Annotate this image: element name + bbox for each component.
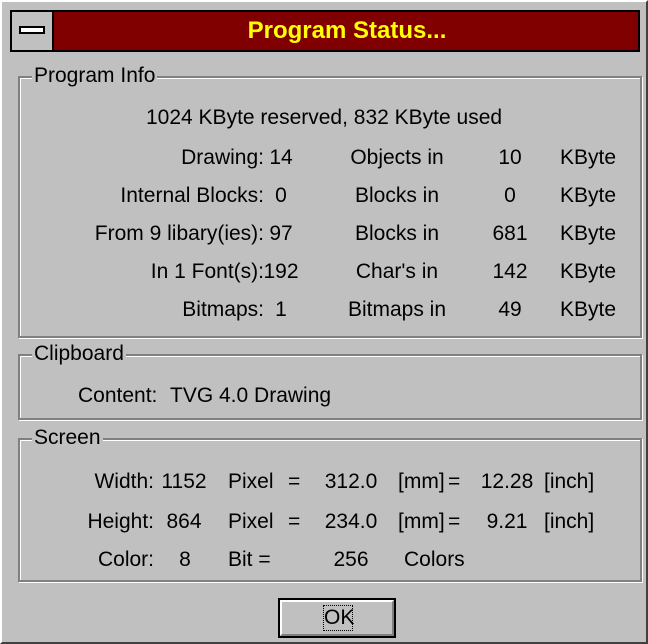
drawing-unit: Objects in	[350, 146, 444, 169]
ok-button[interactable]: OK	[278, 598, 396, 638]
system-menu-button[interactable]	[12, 12, 54, 50]
screen-height-pixel-unit: Pixel	[228, 510, 274, 533]
screen-color-unit: Colors	[404, 548, 465, 571]
bitmaps-size-unit: KByte	[560, 298, 617, 321]
bitmaps-label: Bitmaps:	[182, 298, 264, 321]
internal-blocks-unit: Blocks in	[354, 184, 440, 207]
fonts-size: 142	[492, 260, 528, 283]
clipboard-group: Clipboard Content: TVG 4.0 Drawing	[18, 342, 642, 420]
drawing-count: 14	[269, 146, 293, 169]
bitmaps-count: 1	[275, 298, 287, 321]
fonts-unit: Char's in	[355, 260, 439, 283]
screen-width-mm-unit: [mm]	[398, 470, 445, 493]
screen-legend: Screen	[32, 426, 103, 450]
screen-width-label: Width:	[94, 470, 154, 493]
screen-color-bits: 8	[179, 548, 191, 571]
fonts-label: In 1 Font(s):	[150, 260, 264, 283]
screen-width-eq1: =	[288, 470, 301, 493]
libraries-unit: Blocks in	[354, 222, 440, 245]
program-status-dialog: Program Status... Program Info 1024 KByt…	[0, 0, 648, 644]
screen-width-inch: 12.28	[480, 470, 534, 493]
fonts-count: 192	[263, 260, 299, 283]
screen-width-eq2: =	[448, 470, 461, 493]
clipboard-content-label: Content:	[78, 384, 158, 407]
bitmaps-unit: Bitmaps in	[347, 298, 447, 321]
screen-width-inch-unit: [inch]	[544, 470, 595, 493]
drawing-size: 10	[498, 146, 522, 169]
screen-color-count: 256	[333, 548, 369, 571]
internal-blocks-size-unit: KByte	[560, 184, 617, 207]
drawing-label: Drawing:	[181, 146, 264, 169]
title-bar[interactable]: Program Status...	[10, 10, 640, 52]
bitmaps-size: 49	[498, 298, 522, 321]
screen-height-mm-unit: [mm]	[398, 510, 445, 533]
screen-group: Screen Width: 1152 Pixel = 312.0 [mm] = …	[18, 426, 642, 582]
screen-height-eq1: =	[288, 510, 301, 533]
screen-height-inch-unit: [inch]	[544, 510, 595, 533]
screen-height-pixels: 864	[166, 510, 202, 533]
screen-height-eq2: =	[448, 510, 461, 533]
screen-height-label: Height:	[87, 510, 154, 533]
ok-button-label: OK	[323, 605, 355, 631]
libraries-count: 97	[269, 222, 293, 245]
libraries-label: From 9 libary(ies):	[94, 222, 264, 245]
program-info-group: Program Info 1024 KByte reserved, 832 KB…	[18, 64, 642, 338]
drawing-size-unit: KByte	[560, 146, 617, 169]
program-info-legend: Program Info	[32, 64, 158, 88]
screen-height-inch: 9.21	[486, 510, 528, 533]
system-menu-icon	[19, 26, 45, 34]
libraries-size: 681	[492, 222, 528, 245]
internal-blocks-count: 0	[275, 184, 287, 207]
screen-color-label: Color:	[97, 548, 154, 571]
screen-width-mm: 312.0	[324, 470, 378, 493]
clipboard-legend: Clipboard	[32, 342, 126, 366]
screen-width-pixels: 1152	[161, 470, 207, 493]
clipboard-content-value: TVG 4.0 Drawing	[170, 384, 332, 407]
memory-summary: 1024 KByte reserved, 832 KByte used	[146, 106, 503, 129]
screen-height-mm: 234.0	[324, 510, 378, 533]
libraries-size-unit: KByte	[560, 222, 617, 245]
screen-width-pixel-unit: Pixel	[228, 470, 274, 493]
internal-blocks-size: 0	[504, 184, 516, 207]
fonts-size-unit: KByte	[560, 260, 617, 283]
window-title: Program Status...	[247, 17, 447, 44]
screen-color-bit-unit: Bit =	[228, 548, 271, 571]
internal-blocks-label: Internal Blocks:	[120, 184, 264, 207]
